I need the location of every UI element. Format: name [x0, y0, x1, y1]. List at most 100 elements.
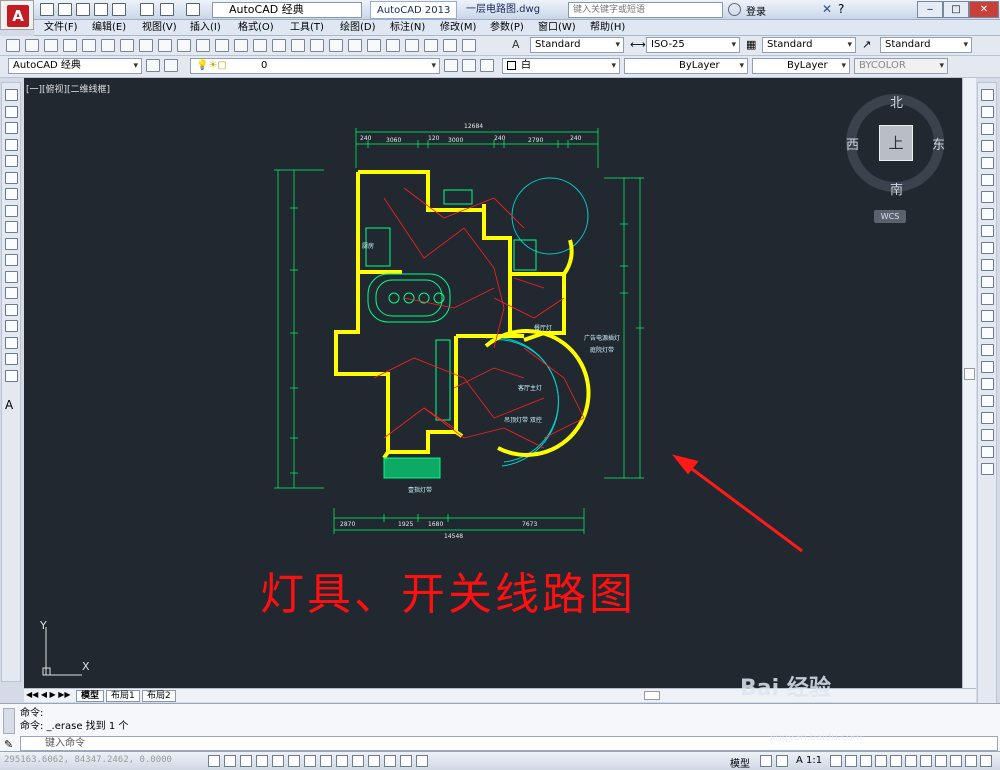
- exchange-icon[interactable]: ✕: [822, 2, 832, 16]
- layer-select[interactable]: 0: [190, 58, 440, 74]
- menu-tools[interactable]: 工具(T): [290, 21, 324, 35]
- copy-object-icon[interactable]: [981, 106, 994, 118]
- line-icon[interactable]: [5, 89, 18, 101]
- paste-icon[interactable]: [177, 39, 191, 52]
- workspace-switcher[interactable]: AutoCAD 经典: [212, 2, 362, 18]
- open-icon[interactable]: [58, 3, 72, 16]
- search-input[interactable]: 键入关键字或短语: [568, 2, 723, 18]
- insert-block-icon[interactable]: [5, 270, 18, 283]
- grid-display-icon[interactable]: [240, 755, 252, 767]
- move-icon[interactable]: [981, 174, 994, 186]
- copy-icon[interactable]: [158, 39, 172, 52]
- zoom-previous-icon[interactable]: [329, 39, 343, 52]
- circle-icon[interactable]: [5, 188, 18, 200]
- minimize-button[interactable]: ‒: [917, 1, 943, 18]
- trim-icon[interactable]: [981, 242, 994, 254]
- zoom-window-icon[interactable]: [310, 39, 324, 52]
- search-icon[interactable]: [728, 3, 741, 16]
- make-current-icon[interactable]: [444, 59, 458, 72]
- compass-east[interactable]: 东: [932, 134, 945, 153]
- spline-icon[interactable]: [5, 221, 18, 233]
- break-at-point-icon[interactable]: [981, 276, 994, 288]
- undo-icon[interactable]: [160, 3, 174, 16]
- pan-status-icon[interactable]: [830, 755, 842, 767]
- dynamic-ucs-icon[interactable]: [336, 755, 348, 767]
- rectangle-icon[interactable]: [5, 155, 18, 167]
- close-button[interactable]: ✕: [969, 1, 999, 18]
- vertical-scrollbar[interactable]: [962, 78, 976, 688]
- save-icon[interactable]: [44, 39, 58, 52]
- model-space-button[interactable]: 模型: [730, 755, 750, 770]
- workspace-switch-icon[interactable]: [920, 755, 932, 767]
- help-icon[interactable]: ?: [838, 2, 844, 16]
- layer-properties-icon[interactable]: [164, 59, 178, 72]
- sheet-set-icon[interactable]: [405, 39, 419, 52]
- join-icon[interactable]: [981, 310, 994, 322]
- zoom-realtime-icon[interactable]: [291, 39, 305, 52]
- send-back-icon[interactable]: [981, 429, 994, 441]
- bring-front-icon[interactable]: [981, 412, 994, 424]
- tab-layout1[interactable]: 布局1: [106, 690, 140, 702]
- wcs-menu[interactable]: WCS: [874, 210, 906, 223]
- plot-icon[interactable]: [112, 3, 126, 16]
- wrench-icon[interactable]: ✎: [4, 738, 13, 751]
- compass-west[interactable]: 西: [846, 134, 859, 153]
- dynamic-input-icon[interactable]: [352, 755, 364, 767]
- menu-window[interactable]: 窗口(W): [538, 21, 576, 35]
- array-icon[interactable]: [981, 157, 994, 169]
- open-icon[interactable]: [25, 39, 39, 52]
- selection-cycling-icon[interactable]: [416, 755, 428, 767]
- make-block-icon[interactable]: [5, 287, 18, 299]
- infer-constraints-icon[interactable]: [208, 755, 220, 767]
- clean-screen-icon[interactable]: [980, 755, 992, 767]
- erase-icon[interactable]: [981, 89, 994, 101]
- mirror-icon[interactable]: [981, 123, 994, 135]
- layer-state-icon[interactable]: [480, 59, 494, 72]
- block-editor-icon[interactable]: [215, 39, 229, 52]
- zoom-status-icon[interactable]: [845, 755, 857, 767]
- preview-icon[interactable]: [82, 39, 96, 52]
- viewcube-top-face[interactable]: 上: [879, 125, 913, 161]
- workspace-settings-icon[interactable]: [146, 59, 160, 72]
- quick-view-drawings-icon[interactable]: [776, 755, 788, 767]
- hardware-acceleration-icon[interactable]: [950, 755, 962, 767]
- arc-icon[interactable]: [5, 171, 18, 184]
- save-as-icon[interactable]: [94, 3, 108, 16]
- design-center-icon[interactable]: [367, 39, 381, 52]
- help-icon[interactable]: [462, 39, 476, 52]
- pan-icon[interactable]: [272, 39, 286, 52]
- menu-file[interactable]: 文件(F): [44, 21, 78, 35]
- cut-icon[interactable]: [139, 39, 153, 52]
- cursor-coordinates[interactable]: 295163.6062, 84347.2462, 0.0000: [4, 755, 172, 765]
- quickcalc-icon[interactable]: [443, 39, 457, 52]
- 3d-object-snap-icon[interactable]: [304, 755, 316, 767]
- showmotion-icon[interactable]: [875, 755, 887, 767]
- redo-icon[interactable]: [186, 3, 200, 16]
- linetype-select[interactable]: ByLayer: [624, 58, 748, 74]
- menu-modify[interactable]: 修改(M): [440, 21, 476, 35]
- workspace-select[interactable]: AutoCAD 经典: [8, 58, 142, 74]
- properties-icon[interactable]: [348, 39, 362, 52]
- lineweight-icon[interactable]: [368, 755, 380, 767]
- tab-model[interactable]: 模型: [76, 690, 105, 702]
- fillet-icon[interactable]: [981, 344, 994, 356]
- explode-icon[interactable]: [981, 378, 994, 390]
- text-front-icon[interactable]: [981, 446, 994, 458]
- qnew-icon[interactable]: [6, 39, 20, 52]
- offset-icon[interactable]: [981, 140, 994, 152]
- matchprop-icon[interactable]: [196, 39, 210, 52]
- hatch-icon[interactable]: [5, 320, 18, 332]
- multileader-style-select[interactable]: Standard: [880, 37, 972, 53]
- extend-icon[interactable]: [981, 259, 994, 271]
- multiline-text-icon[interactable]: A: [5, 398, 13, 412]
- login-link[interactable]: 登录: [746, 3, 766, 18]
- object-snap-icon[interactable]: [288, 755, 300, 767]
- toolbar-lock-icon[interactable]: [935, 755, 947, 767]
- print-icon[interactable]: [140, 3, 154, 16]
- revision-cloud-icon[interactable]: [5, 204, 18, 217]
- stretch-icon[interactable]: [981, 225, 994, 237]
- horizontal-scroll-thumb[interactable]: [644, 691, 660, 700]
- plot-icon[interactable]: [63, 39, 77, 52]
- tab-nav-arrows[interactable]: ◀◀ ◀ ▶ ▶▶: [26, 690, 71, 699]
- drawing-canvas[interactable]: [一][俯视][二维线框] 客厅主灯 吊顶灯带 双控 广告电源插灯 庭院灯带 壹…: [24, 78, 962, 688]
